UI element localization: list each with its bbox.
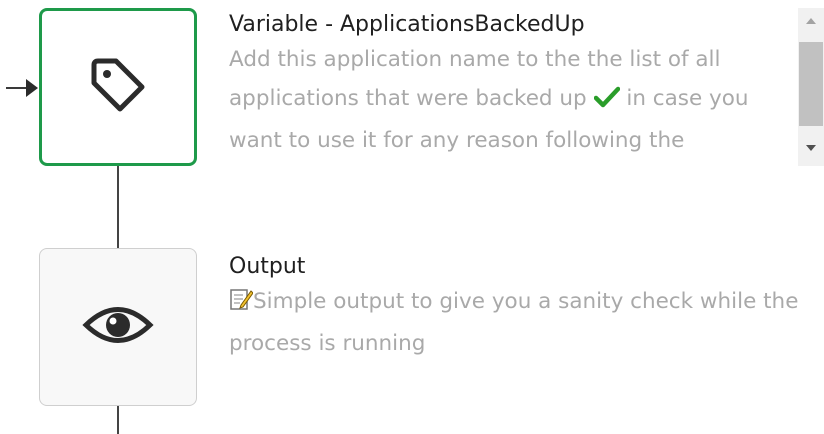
workflow-canvas: Variable - ApplicationsBackedUp Add this… <box>0 0 824 434</box>
incoming-arrow-icon <box>26 79 38 97</box>
node-output-title[interactable]: Output <box>229 252 824 282</box>
connector-line-bottom <box>117 406 119 434</box>
node-variable-description: Add this application name to the the lis… <box>229 40 795 160</box>
scroll-up-arrow-icon[interactable] <box>806 18 816 24</box>
memo-icon <box>229 285 254 324</box>
node-output-description-text: Simple output to give you a sanity check… <box>229 289 799 356</box>
node-output-text: Output Simple output to give you a sanit… <box>229 252 824 363</box>
check-mark-icon <box>593 82 620 121</box>
eye-icon <box>82 300 154 354</box>
node-variable-description-area: Add this application name to the the lis… <box>229 40 795 164</box>
description-scrollbar[interactable] <box>798 8 824 166</box>
node-variable-box[interactable] <box>39 8 197 166</box>
node-variable-text: Variable - ApplicationsBackedUp Add this… <box>229 10 795 164</box>
node-output-box[interactable] <box>39 248 197 406</box>
scrollbar-thumb[interactable] <box>799 42 823 126</box>
node-output-description: Simple output to give you a sanity check… <box>229 282 824 363</box>
scroll-down-arrow-icon[interactable] <box>806 145 816 151</box>
connector-line <box>117 166 119 248</box>
node-variable-title[interactable]: Variable - ApplicationsBackedUp <box>229 10 795 40</box>
tag-icon <box>86 53 150 121</box>
